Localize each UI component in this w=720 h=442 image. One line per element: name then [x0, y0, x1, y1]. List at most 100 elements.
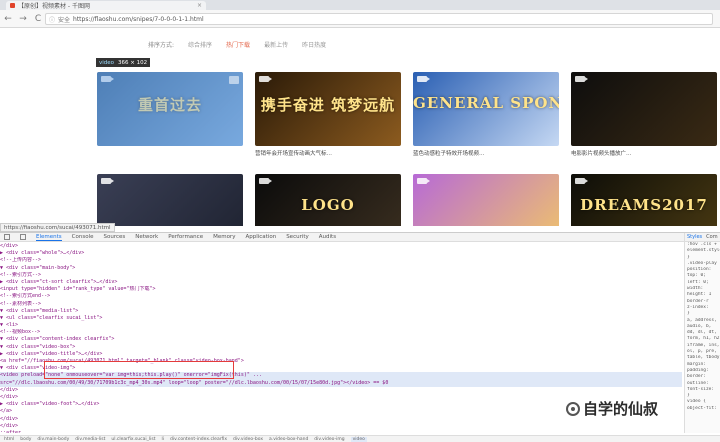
browser-tab[interactable]: 【原创】视频素材 - 千图网 × [6, 1, 206, 10]
dom-node-line[interactable]: ▶ <div class="video-title">…</div> [0, 351, 682, 358]
dom-node-line[interactable]: src="//dlc.lbaoshu.com/00/49/30/71709b1c… [0, 379, 682, 387]
devtools-tab-audits[interactable]: Audits [319, 234, 336, 241]
status-url: https://fiaoshu.com/sucai/493071.html [0, 223, 115, 232]
breadcrumb-item[interactable]: div.main-body [37, 437, 69, 442]
inspect-element-icon[interactable] [4, 234, 10, 240]
styles-tab-styles[interactable]: Styles [687, 234, 702, 240]
forward-button[interactable]: → [19, 14, 27, 24]
download-icon[interactable] [229, 76, 239, 84]
video-caption[interactable]: 蓝色动感粒子特效开场视频… [413, 149, 559, 157]
video-thumbnail[interactable]: LOGO [255, 174, 401, 226]
breadcrumb-item[interactable]: ul.clearfix.sucai_list [111, 437, 155, 442]
css-rule-line[interactable]: form, h1, h2, [685, 336, 720, 342]
secure-label: 安全 [58, 16, 71, 24]
dom-node-line[interactable]: </div> [0, 423, 682, 430]
sort-label: 排序方式: [148, 42, 175, 49]
dom-node-line[interactable]: ▼ <ul class="clearfix sucai_list"> [0, 315, 682, 322]
devtools-tab-security[interactable]: Security [286, 234, 309, 241]
reload-button[interactable]: C [34, 14, 42, 24]
dom-node-line[interactable]: <!--素材列表--> [0, 301, 682, 308]
breadcrumb-item[interactable]: div.content-index.clearfix [170, 437, 227, 442]
sort-option-latest[interactable]: 最新上传 [264, 40, 288, 49]
video-camera-icon [417, 178, 430, 184]
device-toggle-icon[interactable] [20, 234, 26, 240]
devtools-tab-network[interactable]: Network [135, 234, 158, 241]
watermark-text: 自学的仙叔 [583, 400, 659, 418]
video-card[interactable]: GENERAL SPONSOR 蓝色动感粒子特效开场视频… [413, 72, 559, 157]
back-button[interactable]: ← [4, 14, 12, 24]
thumbnail-title: 携手奋进 筑梦远航 [260, 96, 396, 114]
video-camera-icon [575, 178, 588, 184]
video-card[interactable]: DREAMS2017 [571, 174, 717, 226]
video-camera-icon [259, 76, 272, 82]
breadcrumb-item[interactable]: div.video-box [233, 437, 263, 442]
breadcrumb-item[interactable]: a.video-box-hand [269, 437, 308, 442]
css-rule-line[interactable]: table, tbody, [685, 355, 720, 361]
video-caption[interactable]: 电影影片视频头播放广… [571, 149, 717, 157]
dom-node-line[interactable]: <!--索引方式end--> [0, 293, 682, 300]
video-thumbnail[interactable] [97, 174, 243, 226]
video-card[interactable] [97, 174, 243, 226]
breadcrumb-item[interactable]: video [350, 437, 367, 442]
thumbnail-title: LOGO [301, 196, 355, 214]
sort-option-yesterday[interactable]: 昨日热度 [302, 40, 326, 49]
video-camera-icon [417, 76, 430, 82]
video-card[interactable] [413, 174, 559, 226]
devtools-tab-elements[interactable]: Elements [36, 234, 62, 241]
video-thumbnail[interactable]: DREAMS2017 [571, 174, 717, 226]
dom-node-line[interactable]: </div> [0, 243, 682, 250]
dom-node-line[interactable]: <input type="hidden" id="rank_type" valu… [0, 286, 682, 293]
dom-node-line[interactable]: ▶ <div class="whole">…</div> [0, 250, 682, 257]
video-camera-icon [101, 178, 114, 184]
video-thumbnail[interactable] [413, 174, 559, 226]
tooltip-tag: video [99, 59, 115, 66]
devtools-tab-application[interactable]: Application [245, 234, 276, 241]
dom-node-line[interactable]: ::after [0, 430, 682, 433]
dom-node-line[interactable]: ▼ <li> [0, 322, 682, 329]
video-card[interactable]: 重首过去 [97, 72, 243, 149]
tab-close-icon[interactable]: × [197, 2, 202, 9]
breadcrumb-item[interactable]: div.video-img [314, 437, 344, 442]
thumbnail-title: DREAMS2017 [580, 196, 708, 214]
breadcrumb-item[interactable]: body [20, 437, 31, 442]
video-card[interactable]: 电影影片视频头播放广… [571, 72, 717, 157]
video-thumbnail[interactable]: GENERAL SPONSOR [413, 72, 559, 146]
devtools-tab-memory[interactable]: Memory [213, 234, 235, 241]
devtools-tab-sources[interactable]: Sources [103, 234, 125, 241]
dom-node-line[interactable]: </div> [0, 387, 682, 394]
dom-node-line[interactable]: ▶ <div class="ct-sort clearfix">…</div> [0, 279, 682, 286]
url-text: https://flaoshu.com/snipes/7-0-0-0-1-1.h… [73, 15, 204, 23]
dom-node-line[interactable]: ▼ <div class="main-body"> [0, 265, 682, 272]
css-rule-line[interactable]: a, address, [685, 318, 720, 324]
dom-node-line[interactable]: <!--上传内容--> [0, 257, 682, 264]
address-bar[interactable]: ⓘ 安全 https://flaoshu.com/snipes/7-0-0-0-… [45, 13, 713, 25]
sort-option-hot[interactable]: 热门下载 [226, 40, 250, 49]
sort-bar: 排序方式: 综合排序 热门下载 最新上传 昨日热度 [148, 40, 326, 49]
video-card[interactable]: 携手奋进 筑梦远航营销年会开场宣传动画大气标… [255, 72, 401, 157]
dom-node-line[interactable]: ▼ <div class="content-index clearfix"> [0, 336, 682, 343]
breadcrumb-item[interactable]: li [161, 437, 164, 442]
video-card[interactable]: LOGO [255, 174, 401, 226]
tab-title: 【原创】视频素材 - 千图网 [18, 3, 90, 10]
styles-pane-tabs: Styles Com [685, 233, 720, 242]
watermark: 自学的仙叔 [566, 398, 658, 419]
devtools-tab-performance[interactable]: Performance [168, 234, 203, 241]
video-thumbnail[interactable]: 重首过去 [97, 72, 243, 146]
dom-node-line[interactable]: <!--索引方式--> [0, 272, 682, 279]
video-thumbnail[interactable] [571, 72, 717, 146]
dom-node-line[interactable]: ▼ <div class="media-list"> [0, 308, 682, 315]
devtools-tabs: Elements Console Sources Network Performance… [0, 233, 686, 242]
css-rule-line[interactable]: object-fit: [685, 406, 720, 412]
dom-node-line[interactable]: ▼ <div class="video-box"> [0, 344, 682, 351]
dom-breadcrumb: html body div.main-body div.media-list ul.cl… [0, 435, 720, 442]
video-caption[interactable]: 营销年会开场宣传动画大气标… [255, 149, 401, 157]
styles-tab-com[interactable]: Com [706, 234, 717, 240]
favicon-icon [10, 3, 15, 8]
dom-node-line[interactable]: <!--视频box--> [0, 329, 682, 336]
breadcrumb-item[interactable]: div.media-list [75, 437, 105, 442]
breadcrumb-item[interactable]: html [4, 437, 14, 442]
devtools-tab-console[interactable]: Console [72, 234, 94, 241]
sort-option-comprehensive[interactable]: 综合排序 [188, 40, 212, 49]
video-thumbnail[interactable]: 携手奋进 筑梦远航 [255, 72, 401, 146]
css-rule-line[interactable]: element.style { [685, 248, 720, 254]
